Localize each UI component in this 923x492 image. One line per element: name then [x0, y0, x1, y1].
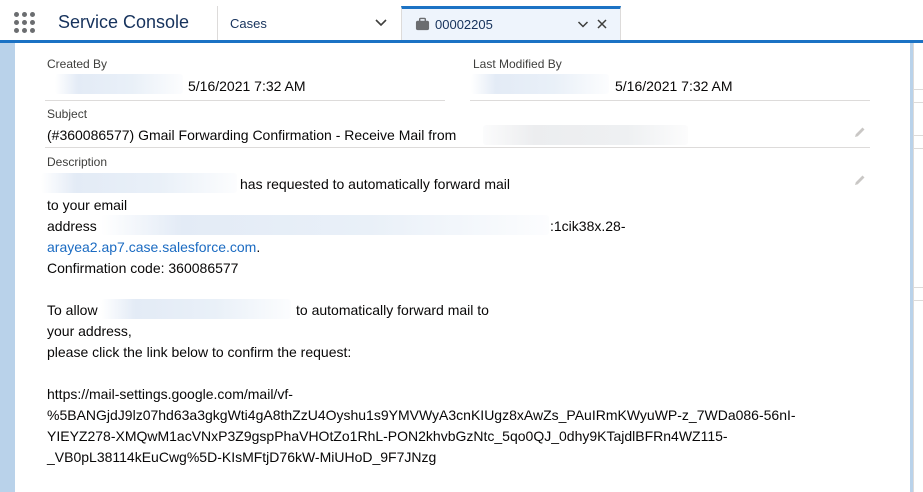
- confirmation-code: Confirmation code: 360086577: [47, 260, 239, 276]
- description-text: address: [47, 218, 97, 234]
- forwarding-address-link[interactable]: :1cik38x.28-: [550, 218, 625, 234]
- forwarding-address-link[interactable]: arayea2.ap7.case.salesforce.com: [47, 239, 256, 255]
- redacted-email: [483, 125, 688, 145]
- description-text: to automatically forward mail to: [296, 302, 489, 318]
- field-divider: [45, 147, 870, 148]
- confirmation-url-link[interactable]: https://mail-settings.google.com/mail/vf…: [47, 386, 293, 402]
- pencil-icon[interactable]: [853, 125, 867, 139]
- close-icon[interactable]: [595, 17, 609, 31]
- description-label: Description: [47, 155, 108, 169]
- description-text: please click the link below to confirm t…: [47, 344, 352, 360]
- confirmation-url-link[interactable]: _VB0pL38114kEuCwg%5D-KIsMFtjD76kW-MiUHoD…: [47, 449, 436, 465]
- rail-divider: [914, 89, 923, 103]
- description-text: your address,: [47, 323, 132, 339]
- tab-label[interactable]: 00002205: [435, 17, 493, 32]
- record-detail-panel: Created By 5/16/2021 7:32 AM Last Modifi…: [15, 43, 910, 492]
- field-divider: [45, 100, 445, 101]
- case-icon: [415, 17, 430, 31]
- chevron-down-icon[interactable]: [373, 14, 389, 30]
- confirmation-url-link[interactable]: %5BANGjdJ9lz07hd63a3gkgWti4gA8thZzU4Oysh…: [47, 407, 796, 423]
- subject-value: (#360086577) Gmail Forwarding Confirmati…: [47, 127, 457, 143]
- nav-item-cases[interactable]: Cases: [217, 6, 399, 40]
- rail-divider: [914, 135, 923, 149]
- description-text: To allow: [47, 302, 98, 318]
- redacted-email: [41, 173, 237, 193]
- pencil-icon[interactable]: [853, 173, 867, 187]
- redacted-email: [101, 215, 549, 235]
- rail-divider: [914, 287, 923, 301]
- last-modified-by-label: Last Modified By: [473, 57, 562, 71]
- global-nav-bar: Service Console Cases 00002205: [0, 0, 923, 43]
- description-text: has requested to automatically forward m…: [240, 176, 511, 192]
- forwarding-address-line: arayea2.ap7.case.salesforce.com.: [47, 239, 260, 255]
- field-divider: [470, 100, 870, 101]
- subject-label: Subject: [47, 107, 88, 121]
- chevron-down-icon[interactable]: [576, 17, 590, 31]
- created-by-label: Created By: [47, 57, 108, 71]
- redacted-user: [55, 74, 183, 94]
- description-text: .: [256, 239, 261, 255]
- nav-item-label[interactable]: Cases: [230, 16, 267, 31]
- created-date: 5/16/2021 7:32 AM: [188, 78, 306, 94]
- confirmation-url-link[interactable]: YIEYZ278-XMQwM1acVNxP3Z9gspPhaVHOtZo1RhL…: [47, 428, 728, 444]
- last-modified-date: 5/16/2021 7:32 AM: [615, 78, 733, 94]
- app-launcher-icon[interactable]: [14, 12, 35, 33]
- app-title: Service Console: [58, 12, 190, 32]
- redacted-email: [101, 299, 291, 319]
- tab-case-record[interactable]: 00002205: [401, 6, 621, 40]
- description-text: to your email: [47, 197, 128, 213]
- right-rail: [913, 43, 923, 492]
- redacted-user: [471, 74, 609, 94]
